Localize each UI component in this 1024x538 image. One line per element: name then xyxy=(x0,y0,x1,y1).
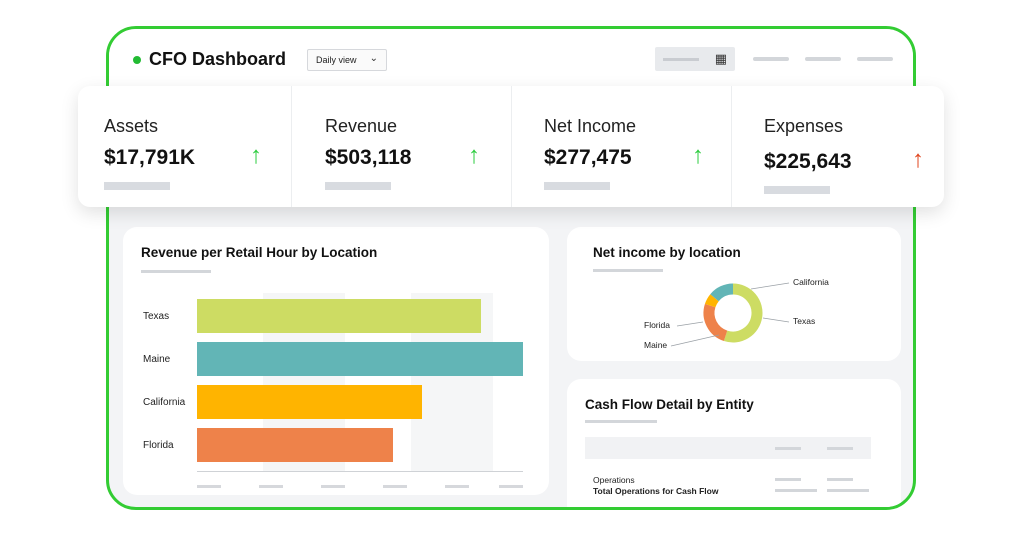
kpi-value: $277,475 xyxy=(544,146,632,169)
status-dot-icon xyxy=(133,56,141,64)
date-placeholder xyxy=(663,58,699,61)
kpi-revenue[interactable]: Revenue $503,118 ↑ xyxy=(292,86,512,207)
tick-placeholder xyxy=(259,485,283,488)
kpi-placeholder xyxy=(104,182,170,190)
kpi-value: $17,791K xyxy=(104,146,196,169)
date-picker[interactable]: ▦ xyxy=(655,47,735,71)
bar-texas[interactable] xyxy=(197,299,481,333)
kpi-expenses[interactable]: Expenses $225,643 ↑ xyxy=(732,86,944,207)
kpi-placeholder xyxy=(764,186,830,194)
kpi-placeholder xyxy=(544,182,610,190)
arrow-up-icon: ↑ xyxy=(468,142,480,169)
donut-leader-california xyxy=(750,282,790,290)
bar-label-texas: Texas xyxy=(143,311,170,322)
donut-leader-texas xyxy=(762,317,790,323)
bar-florida[interactable] xyxy=(197,428,393,462)
tick-placeholder xyxy=(383,485,407,488)
page-title: CFO Dashboard xyxy=(149,49,287,69)
net-income-card: Net income by location California Texas … xyxy=(567,227,901,361)
table-header xyxy=(585,437,871,459)
header-placeholder-3 xyxy=(857,57,893,61)
view-select-value: Daily view xyxy=(316,55,357,65)
dashboard-header: CFO Dashboard Daily view ⌄ ▦ xyxy=(109,29,913,93)
kpi-label: Net Income xyxy=(544,116,637,136)
title-placeholder xyxy=(585,420,657,423)
donut-label-florida: Florida xyxy=(644,320,670,330)
kpi-value: $225,643 xyxy=(764,150,852,173)
kpi-label: Expenses xyxy=(764,116,844,136)
kpi-bar: Assets $17,791K ↑ Revenue $503,118 ↑ Net… xyxy=(78,86,944,207)
kpi-placeholder xyxy=(325,182,391,190)
kpi-assets[interactable]: Assets $17,791K ↑ xyxy=(78,86,292,207)
revenue-card-title: Revenue per Retail Hour by Location xyxy=(141,245,378,260)
view-select[interactable]: Daily view ⌄ xyxy=(307,49,387,71)
bar-label-maine: Maine xyxy=(143,354,171,365)
x-axis xyxy=(197,471,523,472)
cell-placeholder xyxy=(775,489,817,492)
header-cell-placeholder xyxy=(827,447,853,450)
header-placeholder-1 xyxy=(753,57,789,61)
donut-leader-maine xyxy=(670,334,720,347)
donut-leader-florida xyxy=(676,321,704,327)
chevron-down-icon: ⌄ xyxy=(369,53,378,64)
arrow-up-icon: ↑ xyxy=(250,142,262,169)
kpi-label: Revenue xyxy=(325,116,398,136)
tick-placeholder xyxy=(445,485,469,488)
donut-slice-maine[interactable] xyxy=(704,294,719,308)
donut-label-california: California xyxy=(793,277,829,287)
title-placeholder xyxy=(141,270,211,273)
tick-placeholder xyxy=(499,485,523,488)
kpi-net-income[interactable]: Net Income $277,475 ↑ xyxy=(512,86,732,207)
cell-placeholder xyxy=(827,489,869,492)
arrow-up-icon: ↑ xyxy=(692,142,704,169)
row-total: Total Operations for Cash Flow xyxy=(593,486,719,496)
bar-label-florida: Florida xyxy=(143,440,174,451)
donut-chart xyxy=(670,282,790,347)
kpi-value: $503,118 xyxy=(325,146,412,169)
tick-placeholder xyxy=(197,485,221,488)
row-label: Operations xyxy=(593,475,635,485)
cashflow-card-title: Cash Flow Detail by Entity xyxy=(585,397,754,412)
arrow-up-icon: ↑ xyxy=(912,146,924,173)
donut-slice-california[interactable] xyxy=(723,283,763,343)
bar-california[interactable] xyxy=(197,385,422,419)
tick-placeholder xyxy=(321,485,345,488)
donut-slice-florida[interactable] xyxy=(710,283,734,302)
revenue-card: Revenue per Retail Hour by Location Texa… xyxy=(123,227,549,495)
cashflow-card: Cash Flow Detail by Entity Operations To… xyxy=(567,379,901,507)
cell-placeholder xyxy=(827,478,853,481)
kpi-label: Assets xyxy=(104,116,159,136)
bar-maine[interactable] xyxy=(197,342,523,376)
cell-placeholder xyxy=(775,478,801,481)
donut-slice-texas[interactable] xyxy=(703,303,728,342)
header-placeholder-2 xyxy=(805,57,841,61)
calendar-icon: ▦ xyxy=(714,51,727,66)
donut-label-maine: Maine xyxy=(644,340,668,350)
bar-label-california: California xyxy=(143,397,186,408)
header-cell-placeholder xyxy=(775,447,801,450)
donut-label-texas: Texas xyxy=(793,316,816,326)
